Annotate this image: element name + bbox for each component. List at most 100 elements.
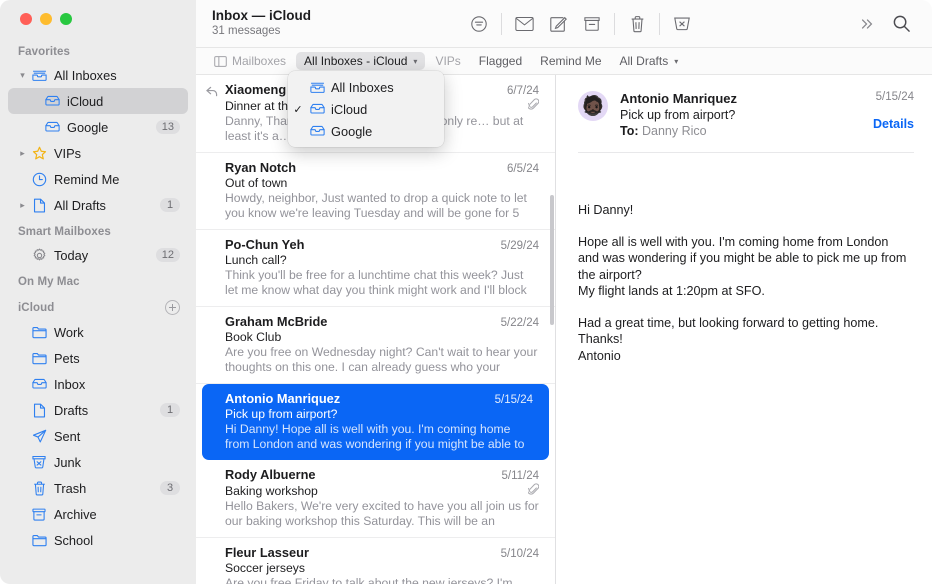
trash-icon [29,481,49,496]
sidebar-item-inbox[interactable]: Inbox [8,371,188,397]
clock-icon [29,172,49,187]
reader-date: 5/15/24 [873,91,914,103]
menu-item-google[interactable]: Google [288,120,444,142]
message-row-header: Ryan Notch6/5/24 [225,160,539,175]
archive-icon[interactable] [575,9,609,39]
sidebar-item-archive[interactable]: Archive [8,501,188,527]
message-row-header: Antonio Manriquez5/15/24 [225,391,533,406]
favorites-tab-flagged[interactable]: Flagged [471,52,530,70]
menu-item-label: All Inboxes [331,80,394,95]
sidebar-item-all-drafts[interactable]: ▸All Drafts1 [8,192,188,218]
message-list-row[interactable]: Fleur Lasseur5/10/24Soccer jerseysAre yo… [196,538,555,584]
toolbar-divider-1 [501,13,502,35]
reading-pane: 🧔🏿 Antonio Manriquez Pick up from airpor… [556,75,932,584]
content-row: Xiaomeng6/7/24Dinner at theDanny, Thank…… [196,75,932,584]
inbox-selector-menu[interactable]: All Inboxes ✓ iCloud Google [288,71,444,147]
sidebar-item-pets[interactable]: Pets [8,345,188,371]
sidebar-item-today[interactable]: Today12 [8,242,188,268]
message-list-row[interactable]: Antonio Manriquez5/15/24Pick up from air… [202,384,549,460]
details-link[interactable]: Details [873,117,914,131]
message-subject: Baking workshop [225,484,522,498]
menu-item-icloud[interactable]: ✓ iCloud [288,98,444,120]
unread-badge: 13 [156,120,180,134]
message-row-header: Rody Albuerne5/11/24 [225,467,539,482]
delete-icon[interactable] [620,9,654,39]
sidebar-item-label: Remind Me [54,172,180,187]
chevron-right-icon[interactable]: ▸ [16,200,29,211]
sidebar-item-label: Junk [54,455,180,470]
sidebar-item-label: Google [67,120,156,135]
favorites-tab-all-inboxes-icloud[interactable]: All Inboxes - iCloud▾ [296,52,425,70]
sidebar-item-remind-me[interactable]: Remind Me [8,166,188,192]
sidebar-item-icloud[interactable]: iCloud [8,88,188,114]
all-inboxes-icon [29,69,49,82]
chevron-down-icon[interactable]: ▾ [16,70,29,81]
unread-badge: 12 [156,248,180,262]
inbox-icon [308,125,327,137]
add-mailbox-icon[interactable] [165,300,180,315]
message-subject-row: Out of town [225,176,539,190]
favorites-tab-label: Mailboxes [232,54,286,68]
message-sender: Fleur Lasseur [225,545,493,560]
message-list[interactable]: Xiaomeng6/7/24Dinner at theDanny, Thank…… [196,75,556,584]
message-list-row[interactable]: Po-Chun Yeh5/29/24Lunch call?Think you'l… [196,230,555,307]
sidebar-item-school[interactable]: School [8,527,188,553]
favorites-tab-vips[interactable]: VIPs [427,52,468,70]
favorites-tab-label: All Inboxes - iCloud [304,54,407,68]
chevron-right-icon[interactable]: ▸ [16,148,29,159]
zoom-button[interactable] [60,13,72,25]
mark-unread-icon[interactable] [507,9,541,39]
message-date: 5/10/24 [501,548,539,560]
message-subject-row: Pick up from airport? [225,407,533,421]
sidebar-item-sent[interactable]: Sent [8,423,188,449]
close-button[interactable] [20,13,32,25]
sidebar-item-google[interactable]: Google13 [8,114,188,140]
favorites-tab-all-drafts[interactable]: All Drafts▾ [612,52,687,70]
favorites-tab-label: Flagged [479,54,522,68]
message-sender: Ryan Notch [225,160,499,175]
favorites-tab-remind-me[interactable]: Remind Me [532,52,609,70]
sidebar-item-label: iCloud [67,94,180,109]
message-row-header: Graham McBride5/22/24 [225,314,539,329]
message-sender: Graham McBride [225,314,493,329]
folder-icon [29,326,49,339]
attachment-icon [528,98,539,113]
compose-icon[interactable] [541,9,575,39]
sidebar-item-all-inboxes[interactable]: ▾All Inboxes [8,62,188,88]
to-value: Danny Rico [642,124,707,138]
message-list-row[interactable]: Graham McBride5/22/24Book ClubAre you fr… [196,307,555,384]
message-preview: Are you free on Wednesday night? Can't w… [225,345,539,375]
gear-icon [29,248,49,263]
sidebar-item-junk[interactable]: Junk [8,449,188,475]
message-subject-row: Book Club [225,330,539,344]
sidebar-item-vips[interactable]: ▸VIPs [8,140,188,166]
filter-icon[interactable] [462,9,496,39]
message-list-scrollbar[interactable] [550,195,554,325]
message-list-row[interactable]: Ryan Notch6/5/24Out of townHowdy, neighb… [196,153,555,230]
message-preview: Howdy, neighbor, Just wanted to drop a q… [225,191,539,221]
minimize-button[interactable] [40,13,52,25]
more-icon[interactable] [850,9,884,39]
reader-header: 🧔🏿 Antonio Manriquez Pick up from airpor… [556,75,932,138]
checkmark-icon: ✓ [288,103,308,116]
sidebar-item-work[interactable]: Work [8,319,188,345]
menu-item-all-inboxes[interactable]: All Inboxes [288,76,444,98]
toolbar-divider-2 [614,13,615,35]
sidebar-item-label: All Drafts [54,198,160,213]
page-title: Inbox — iCloud [212,8,311,24]
message-list-row[interactable]: Rody Albuerne5/11/24 Baking workshopHello… [196,460,555,538]
draft-icon [29,403,49,418]
favorites-tab-mailboxes[interactable]: Mailboxes [206,52,294,70]
junk-icon[interactable] [665,9,699,39]
message-subject: Pick up from airport? [225,407,533,421]
sidebar-section-title: Favorites [18,46,70,58]
unread-badge: 1 [160,403,180,417]
search-icon[interactable] [884,9,918,39]
sidebar-item-trash[interactable]: Trash3 [8,475,188,501]
menu-item-label: iCloud [331,102,367,117]
message-preview: Hello Bakers, We're very excited to have… [225,499,539,529]
toolbar: Inbox — iCloud 31 messages [196,0,932,48]
message-sender: Rody Albuerne [225,467,493,482]
sidebar-item-drafts[interactable]: Drafts1 [8,397,188,423]
junk-icon [29,455,49,469]
